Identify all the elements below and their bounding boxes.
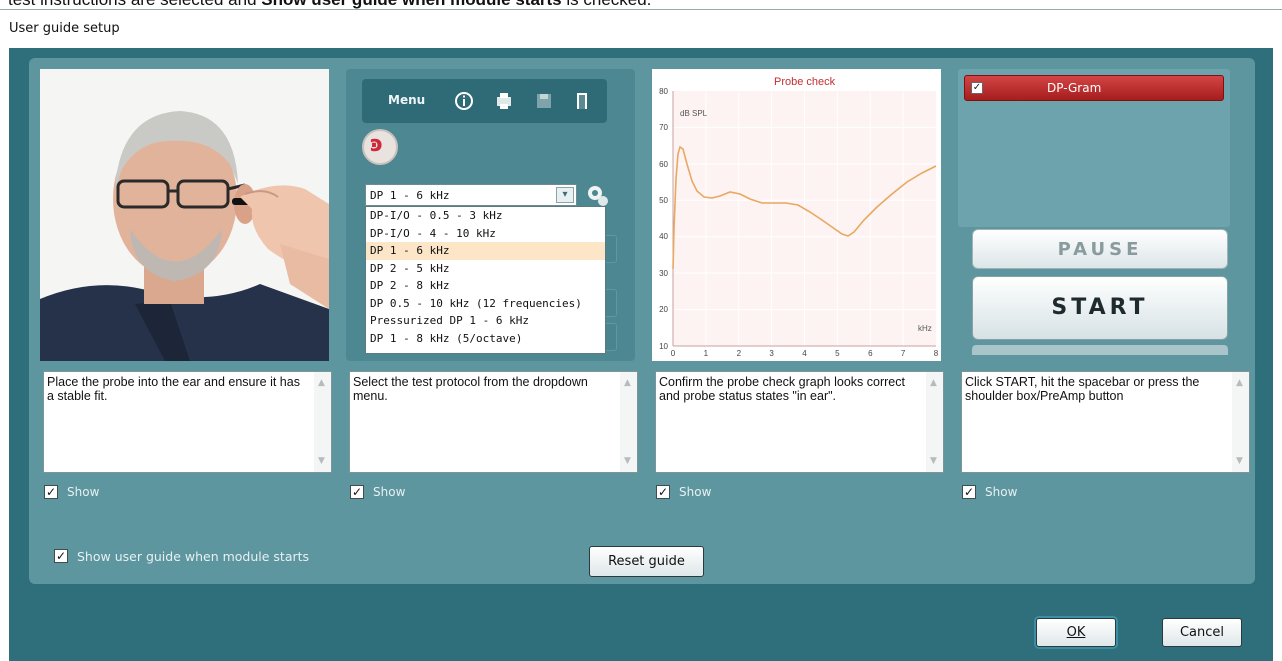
menu-label: Menu xyxy=(388,93,426,107)
checkmark-icon[interactable]: ✓ xyxy=(54,549,68,563)
step-1-text: Place the probe into the ear and ensure … xyxy=(47,375,300,403)
chevron-up-icon[interactable]: ▲ xyxy=(930,378,937,388)
step-1-instructions[interactable]: Place the probe into the ear and ensure … xyxy=(43,371,332,473)
cancel-button[interactable]: Cancel xyxy=(1162,618,1242,647)
dialog-client-area: Menu ꜿ DP 1 - 6 kHz ▾ DP-I/O - 0.5 - 3 k… xyxy=(9,48,1273,661)
gear-icon[interactable] xyxy=(584,182,610,208)
checkmark-icon[interactable]: ✓ xyxy=(656,485,670,499)
x-tick-label: 4 xyxy=(802,349,807,358)
ear-icon: ꜿ xyxy=(370,132,383,157)
checkmark-icon[interactable]: ✓ xyxy=(962,485,976,499)
protocol-selection-screenshot: Menu ꜿ DP 1 - 6 kHz ▾ DP-I/O - 0.5 - 3 k… xyxy=(346,69,635,361)
protocol-option[interactable]: DP-I/O - 4 - 10 kHz xyxy=(366,225,605,243)
save-icon[interactable] xyxy=(534,91,554,111)
scrollbar[interactable]: ▲ ▼ xyxy=(314,372,331,472)
protocol-select[interactable]: DP 1 - 6 kHz ▾ xyxy=(365,184,577,206)
scrollbar[interactable]: ▲ ▼ xyxy=(620,372,637,472)
y-tick-label: 40 xyxy=(659,232,668,241)
window-title: User guide setup xyxy=(9,21,120,36)
reset-guide-button[interactable]: Reset guide xyxy=(589,546,704,577)
dp-gram-checkbox[interactable]: ✓ xyxy=(971,82,983,94)
show-label: Show xyxy=(679,485,712,499)
checkmark-icon[interactable]: ✓ xyxy=(350,485,364,499)
dp-gram-test[interactable]: ✓ DP-Gram xyxy=(964,75,1224,101)
x-tick-label: 2 xyxy=(737,349,742,358)
button-edge xyxy=(972,345,1228,355)
y-tick-label: 70 xyxy=(659,123,668,132)
protocol-option[interactable]: DP 2 - 5 kHz xyxy=(366,260,605,278)
user-guide-setup-dialog: User guide setup Menu ꜿ DP 1 - 6 kHz ▾ D… xyxy=(0,9,1282,661)
reset-guide-label: Reset guide xyxy=(608,554,685,569)
x-tick-label: 0 xyxy=(671,349,676,358)
ok-label: OK xyxy=(1066,625,1086,640)
show-label: Show xyxy=(373,485,406,499)
y-tick-label: 30 xyxy=(659,269,668,278)
chevron-down-icon[interactable]: ▾ xyxy=(556,187,574,203)
step-4-instructions[interactable]: Click START, hit the spacebar or press t… xyxy=(961,371,1250,473)
test-list: ✓ DP-Gram xyxy=(958,69,1230,227)
start-test-screenshot: ✓ DP-Gram PAUSE START xyxy=(958,69,1247,361)
pause-label: PAUSE xyxy=(1057,239,1143,260)
show-label: Show xyxy=(985,485,1018,499)
show-guide-label: Show user guide when module starts xyxy=(77,549,310,564)
chevron-up-icon[interactable]: ▲ xyxy=(624,378,631,388)
step-3-instructions[interactable]: Confirm the probe check graph looks corr… xyxy=(655,371,944,473)
chevron-down-icon[interactable]: ▼ xyxy=(318,456,325,466)
chevron-up-icon[interactable]: ▲ xyxy=(318,378,325,388)
probe-ear-button[interactable]: ꜿ xyxy=(362,129,398,165)
x-tick-label: 8 xyxy=(934,349,939,358)
title-bar: User guide setup xyxy=(0,10,1282,48)
protocol-option[interactable]: Pressurized DP 1 - 6 kHz xyxy=(366,312,605,330)
exit-icon[interactable] xyxy=(572,91,592,111)
protocol-dropdown-list: DP-I/O - 0.5 - 3 kHz DP-I/O - 4 - 10 kHz… xyxy=(365,206,606,354)
x-tick-label: 3 xyxy=(769,349,774,358)
step-3-text: Confirm the probe check graph looks corr… xyxy=(659,375,905,403)
x-tick-label: 6 xyxy=(868,349,873,358)
x-tick-label: 1 xyxy=(704,349,709,358)
x-tick-label: 7 xyxy=(901,349,906,358)
graph-x-unit: kHz xyxy=(918,324,932,333)
graph-title: Probe check xyxy=(774,76,836,88)
protocol-option-selected[interactable]: DP 1 - 6 kHz xyxy=(366,242,605,260)
y-tick-label: 20 xyxy=(659,305,668,314)
scrollbar[interactable]: ▲ ▼ xyxy=(926,372,943,472)
chevron-down-icon[interactable]: ▼ xyxy=(930,456,937,466)
chevron-down-icon[interactable]: ▼ xyxy=(624,456,631,466)
print-icon[interactable] xyxy=(494,91,514,111)
chevron-down-icon[interactable]: ▼ xyxy=(1236,456,1243,466)
y-tick-label: 50 xyxy=(659,196,668,205)
chevron-up-icon[interactable]: ▲ xyxy=(1236,378,1243,388)
probe-insertion-photo xyxy=(40,69,329,361)
protocol-option[interactable]: DP 2 - 8 kHz xyxy=(366,277,605,295)
step-2-instructions[interactable]: Select the test protocol from the dropdo… xyxy=(349,371,638,473)
pause-button[interactable]: PAUSE xyxy=(972,229,1228,269)
guide-steps-panel: Menu ꜿ DP 1 - 6 kHz ▾ DP-I/O - 0.5 - 3 k… xyxy=(29,58,1255,584)
y-tick-label: 60 xyxy=(659,160,668,169)
checkmark-icon[interactable]: ✓ xyxy=(44,485,58,499)
ok-button[interactable]: OK xyxy=(1036,618,1116,647)
step-2-text: Select the test protocol from the dropdo… xyxy=(353,375,588,403)
protocol-option[interactable]: DP 0.5 - 10 kHz (12 frequencies) xyxy=(366,295,605,313)
y-tick-label: 80 xyxy=(659,87,668,96)
menu-bar: Menu xyxy=(362,79,607,123)
start-label: START xyxy=(1051,295,1149,320)
show-label: Show xyxy=(67,485,100,499)
graph-y-unit: dB SPL xyxy=(680,109,708,118)
protocol-option[interactable]: DP-I/O - 0.5 - 3 kHz xyxy=(366,207,605,225)
scrollbar[interactable]: ▲ ▼ xyxy=(1232,372,1249,472)
start-button[interactable]: START xyxy=(972,276,1228,340)
info-icon[interactable] xyxy=(454,91,474,111)
cancel-label: Cancel xyxy=(1179,625,1225,640)
step-4-text: Click START, hit the spacebar or press t… xyxy=(965,375,1200,403)
dp-gram-label: DP-Gram xyxy=(1047,81,1102,95)
x-tick-label: 5 xyxy=(835,349,840,358)
probe-check-graph: Probe check dB SPL kHz 80 70 60 50 40 30… xyxy=(652,69,941,361)
protocol-option[interactable]: DP 1 - 8 kHz (5/octave) xyxy=(366,330,605,348)
y-tick-label: 10 xyxy=(659,342,668,351)
selected-protocol: DP 1 - 6 kHz xyxy=(370,189,450,202)
